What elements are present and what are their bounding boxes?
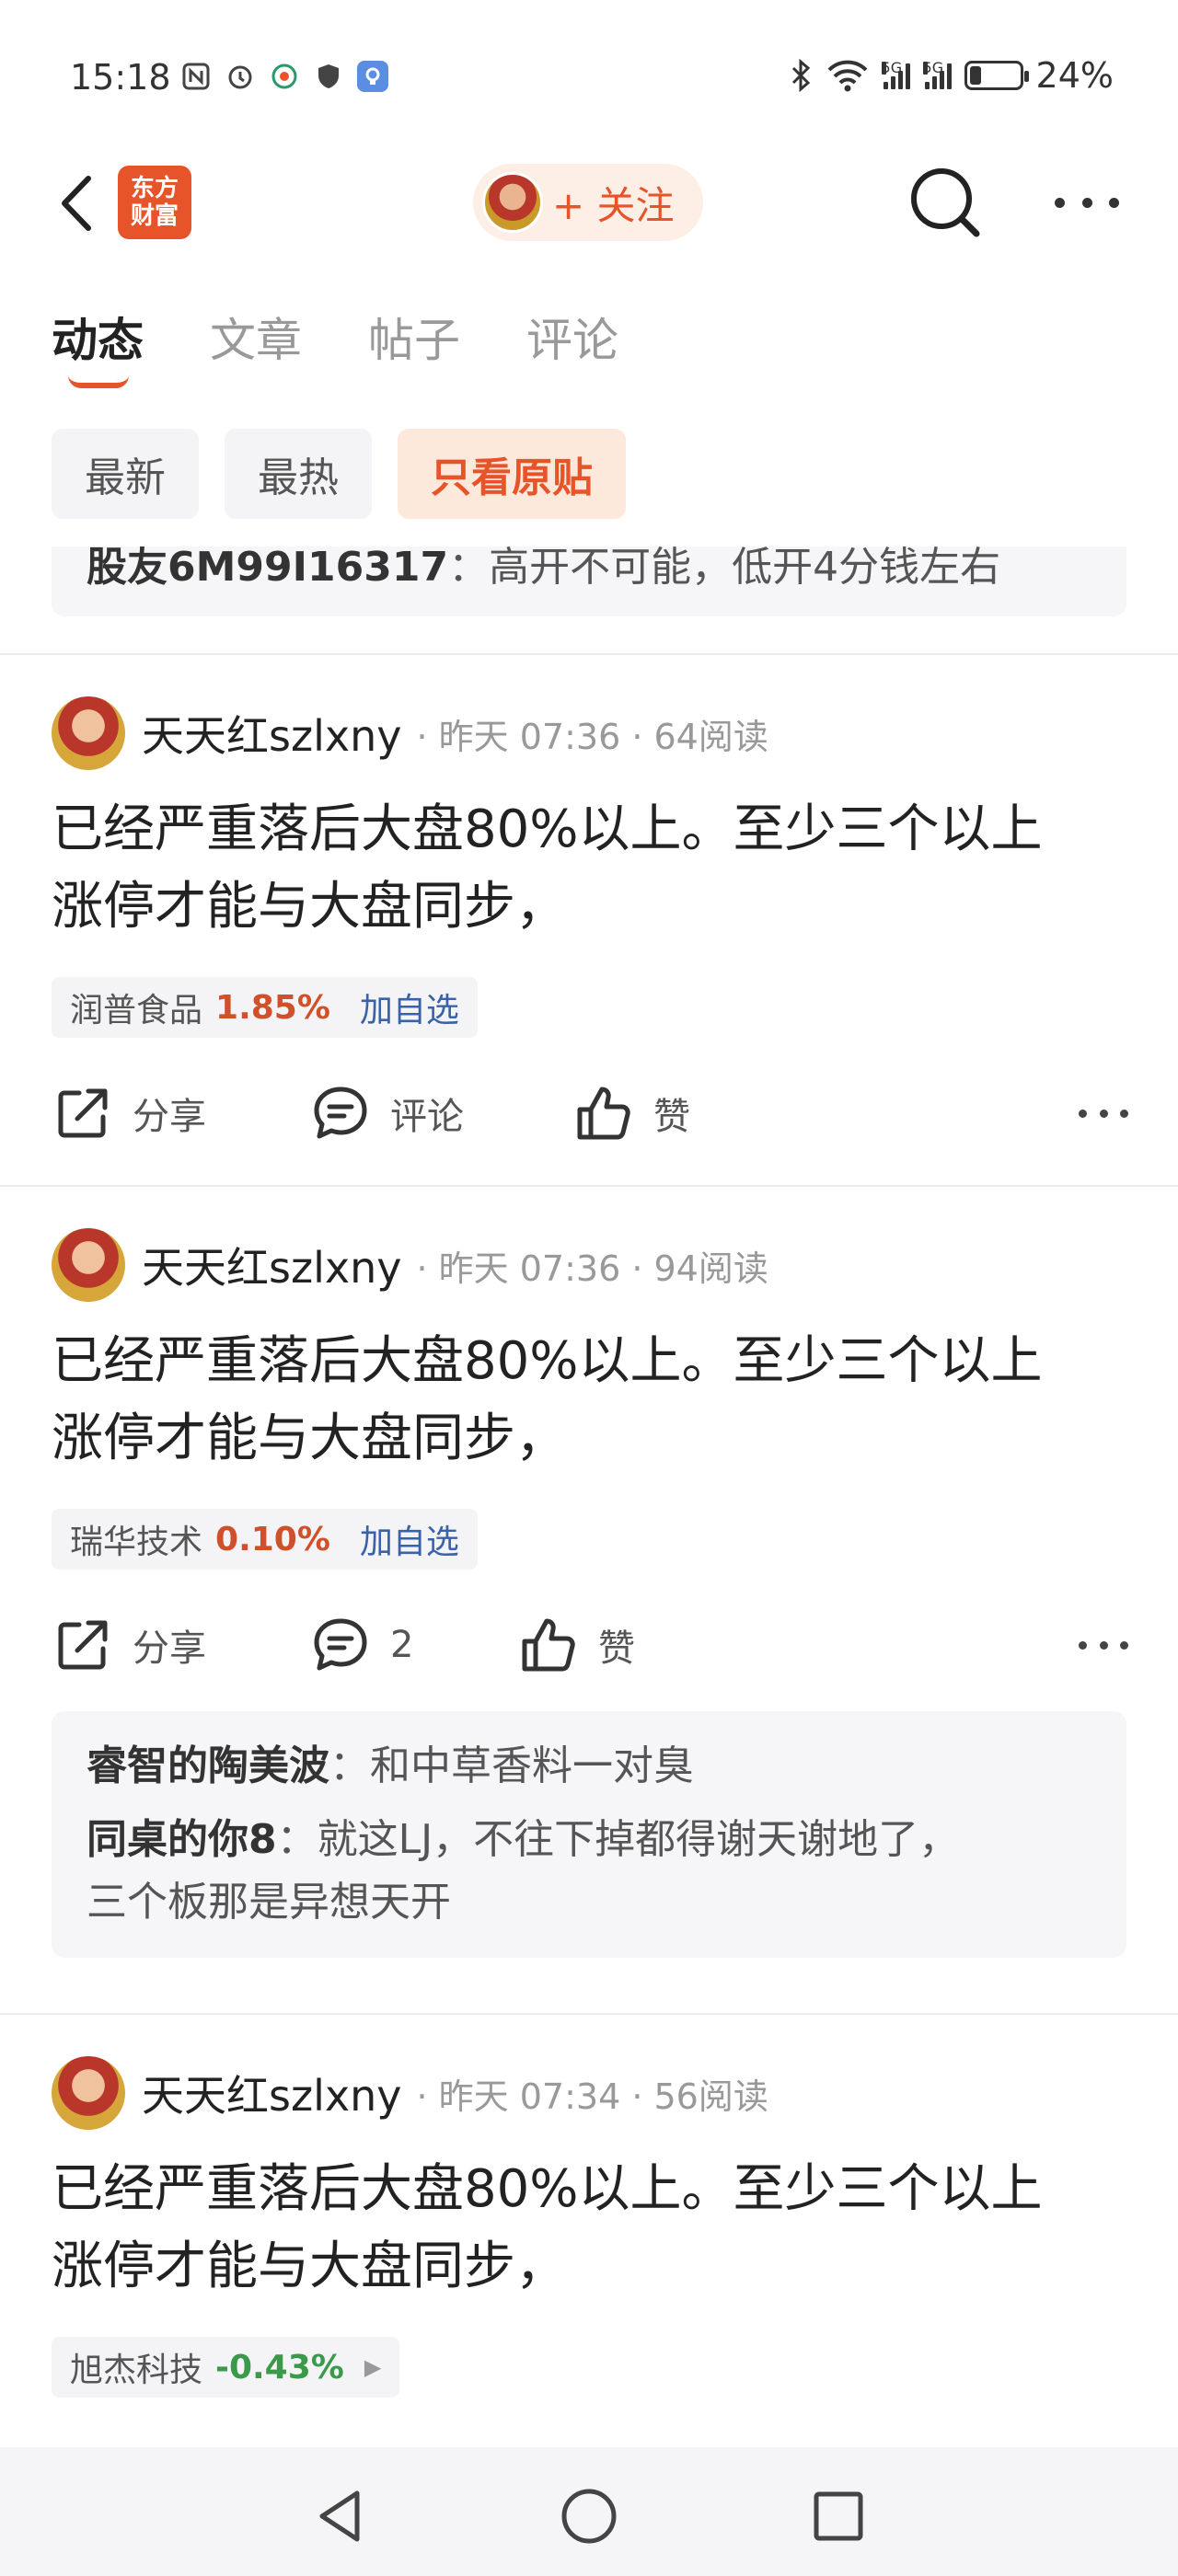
comment-button[interactable]: 2 — [309, 1608, 413, 1682]
app-notification-icon — [269, 61, 300, 92]
post-content[interactable]: 已经严重落后大盘80%以上。至少三个以上 涨停才能与大盘同步， — [52, 791, 1128, 946]
post-more-icon[interactable] — [1079, 1095, 1128, 1132]
tab-articles[interactable]: 文章 — [210, 304, 302, 370]
stock-change: 0.10% — [215, 1520, 330, 1558]
nfc-icon — [180, 61, 212, 92]
stock-change: 1.85% — [215, 988, 330, 1027]
share-button[interactable]: 分享 — [52, 1076, 206, 1150]
tab-comments[interactable]: 评论 — [526, 304, 618, 370]
search-icon[interactable] — [907, 164, 984, 241]
status-bar: 15:18 5G 5G 24% — [0, 0, 1178, 156]
share-icon — [58, 1620, 108, 1670]
author-name[interactable]: 天天红szlxny — [142, 703, 402, 764]
stock-name: 瑞华技术 — [70, 1524, 203, 1561]
battery-level — [969, 66, 981, 85]
thumbs-up-icon — [522, 1618, 575, 1672]
stock-tag[interactable]: 旭杰科技 -0.43% ▶ — [52, 2337, 400, 2398]
filter-hottest[interactable]: 最热 — [225, 429, 372, 519]
add-watchlist-button[interactable]: 加自选 — [360, 983, 459, 1031]
post-more-icon[interactable] — [1079, 1627, 1128, 1663]
alarm-icon — [225, 61, 256, 92]
system-nav-bar — [0, 2447, 1178, 2576]
status-time: 15:18 — [70, 57, 171, 98]
signal-icon-2: 5G — [922, 61, 952, 89]
thumbs-up-icon — [577, 1087, 630, 1140]
status-right: 5G 5G 24% — [790, 55, 1114, 96]
like-button[interactable]: 赞 — [517, 1608, 635, 1682]
notification-icons — [180, 61, 388, 92]
nav-home-icon[interactable] — [557, 2484, 621, 2548]
stock-change: -0.43% — [215, 2348, 344, 2386]
stock-tag[interactable]: 润普食品 1.85% 加自选 — [52, 977, 478, 1038]
post-meta: · 昨天 07:36 · 64阅读 — [416, 716, 768, 757]
author-name[interactable]: 天天红szlxny — [142, 1235, 402, 1295]
share-button[interactable]: 分享 — [52, 1608, 206, 1682]
app-badge-icon — [357, 61, 388, 92]
comment-text: 股友6M99I16317：高开不可能，低开4分钱左右 — [87, 546, 1001, 591]
stock-name: 旭杰科技 — [70, 2352, 203, 2389]
comment-preview-clipped[interactable]: 股友6M99I16317：高开不可能，低开4分钱左右 — [52, 546, 1126, 616]
bluetooth-icon — [791, 58, 810, 93]
post-meta: · 昨天 07:34 · 56阅读 — [416, 2076, 768, 2117]
comment-count: 2 — [390, 1624, 414, 1666]
filter-chips: 最新 最热 只看原贴 — [52, 429, 626, 519]
filter-latest[interactable]: 最新 — [52, 429, 199, 519]
comment-item[interactable]: 睿智的陶美波：和中草香料一对臭 — [87, 1735, 1091, 1798]
author-avatar[interactable] — [52, 2056, 125, 2130]
nav-back-icon[interactable] — [309, 2484, 374, 2548]
more-options-icon[interactable] — [1055, 184, 1119, 221]
divider — [0, 2013, 1178, 2015]
back-icon[interactable] — [53, 171, 99, 236]
comments-preview[interactable]: 睿智的陶美波：和中草香料一对臭 同桌的你8：就这LJ，不往下掉都得谢天谢地了，三… — [52, 1711, 1126, 1958]
shield-icon — [313, 61, 344, 92]
post-content[interactable]: 已经严重落后大盘80%以上。至少三个以上 涨停才能与大盘同步， — [52, 1323, 1128, 1478]
like-button[interactable]: 赞 — [572, 1076, 690, 1150]
tab-posts[interactable]: 帖子 — [368, 304, 460, 370]
stock-name: 润普食品 — [70, 992, 203, 1029]
post-header: 天天红szlxny · 昨天 07:36 · 94阅读 — [52, 1224, 768, 1306]
comment-icon — [314, 1087, 367, 1139]
tab-dynamic[interactable]: 动态 — [52, 304, 144, 388]
author-name[interactable]: 天天红szlxny — [142, 2063, 402, 2123]
nav-recents-icon[interactable] — [806, 2484, 871, 2548]
stock-tag[interactable]: 瑞华技术 0.10% 加自选 — [52, 1509, 478, 1570]
post-content[interactable]: 已经严重落后大盘80%以上。至少三个以上 涨停才能与大盘同步， — [52, 2151, 1128, 2306]
add-watchlist-button[interactable]: 加自选 — [360, 1515, 459, 1563]
post-header: 天天红szlxny · 昨天 07:36 · 64阅读 — [52, 692, 768, 775]
post-meta: · 昨天 07:36 · 94阅读 — [416, 1248, 768, 1289]
wifi-icon — [827, 60, 867, 92]
post-header: 天天红szlxny · 昨天 07:34 · 56阅读 — [52, 2052, 768, 2134]
signal-icon-1: 5G — [881, 61, 910, 89]
tab-active-indicator — [68, 375, 129, 388]
post-actions: 分享 2 赞 — [52, 1608, 1128, 1682]
battery-percent: 24% — [1035, 55, 1114, 96]
author-avatar[interactable] — [52, 1228, 125, 1302]
comment-item[interactable]: 同桌的你8：就这LJ，不往下掉都得谢天谢地了， 三个板那是异想天开 — [87, 1809, 1091, 1934]
play-arrow-icon: ▶ — [364, 2354, 382, 2380]
avatar — [482, 172, 543, 233]
tab-bar: 动态 文章 帖子 评论 — [52, 304, 618, 388]
follow-button[interactable]: + 关注 — [473, 164, 703, 241]
author-avatar[interactable] — [52, 696, 125, 770]
filter-original-only[interactable]: 只看原贴 — [398, 429, 626, 519]
divider — [0, 1185, 1178, 1187]
battery-icon — [964, 61, 1029, 90]
divider — [0, 653, 1178, 655]
share-icon — [58, 1088, 108, 1138]
comment-icon — [314, 1618, 367, 1671]
comment-button[interactable]: 评论 — [309, 1076, 464, 1150]
post-actions: 分享 评论 赞 — [52, 1076, 1128, 1150]
follow-label: + 关注 — [552, 182, 675, 228]
eastmoney-logo: 东方 财富 — [118, 166, 191, 239]
